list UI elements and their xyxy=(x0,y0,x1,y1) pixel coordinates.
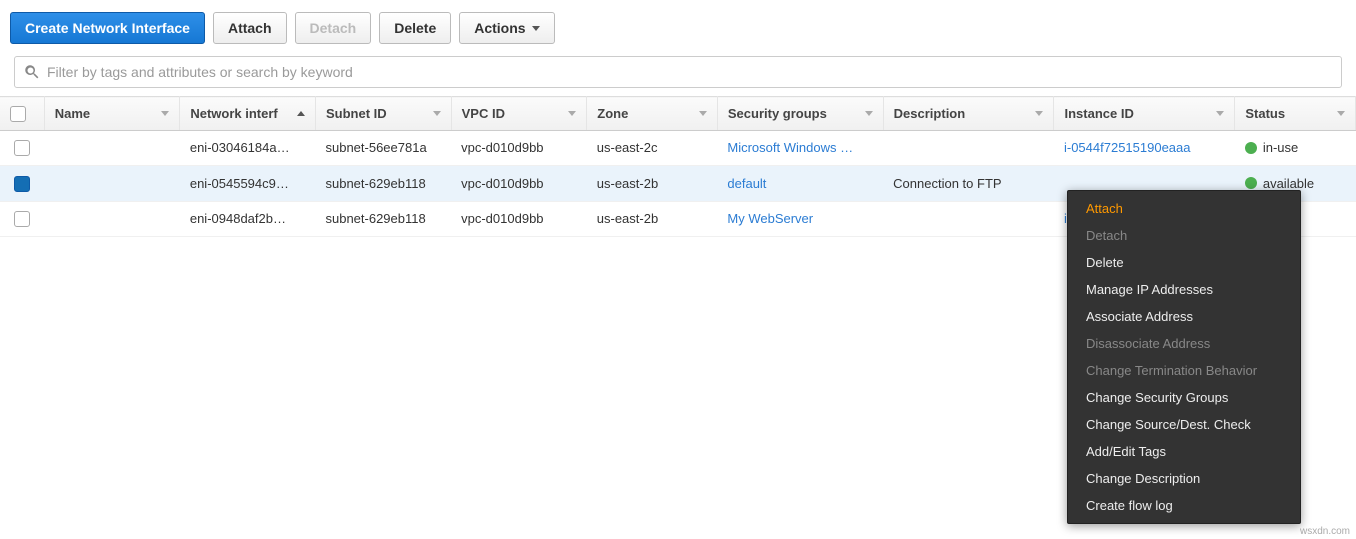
col-name[interactable]: Name xyxy=(44,97,180,131)
cell-name xyxy=(44,201,180,237)
cell-description: Connection to FTP xyxy=(883,166,1054,202)
cell-vpc: vpc-d010d9bb xyxy=(451,166,587,202)
cell-vpc: vpc-d010d9bb xyxy=(451,130,587,166)
delete-button[interactable]: Delete xyxy=(379,12,451,44)
col-subnet[interactable]: Subnet ID xyxy=(315,97,451,131)
sort-icon xyxy=(865,111,873,116)
col-status[interactable]: Status xyxy=(1235,97,1356,131)
sort-icon xyxy=(1035,111,1043,116)
cell-subnet: subnet-56ee781a xyxy=(315,130,451,166)
sort-icon xyxy=(568,111,576,116)
row-checkbox[interactable] xyxy=(14,211,30,227)
col-sg-label: Security groups xyxy=(728,106,827,121)
menu-item-attach[interactable]: Attach xyxy=(1068,195,1300,222)
menu-item-disassociate-address: Disassociate Address xyxy=(1068,330,1300,357)
attach-button[interactable]: Attach xyxy=(213,12,287,44)
cell-eni: eni-0545594c9… xyxy=(180,166,316,202)
col-eni-label: Network interf xyxy=(190,106,277,121)
menu-item-change-source-dest-check[interactable]: Change Source/Dest. Check xyxy=(1068,411,1300,438)
cell-zone: us-east-2b xyxy=(587,166,718,202)
menu-item-associate-address[interactable]: Associate Address xyxy=(1068,303,1300,330)
menu-item-add-edit-tags[interactable]: Add/Edit Tags xyxy=(1068,438,1300,465)
cell-instance-id[interactable]: i-0544f72515190eaaa xyxy=(1054,130,1235,166)
sort-icon xyxy=(699,111,707,116)
col-zone[interactable]: Zone xyxy=(587,97,718,131)
col-desc[interactable]: Description xyxy=(883,97,1054,131)
search-bar[interactable] xyxy=(14,56,1342,88)
cell-status: in-use xyxy=(1235,130,1356,166)
col-status-label: Status xyxy=(1245,106,1285,121)
status-dot-icon xyxy=(1245,177,1257,189)
menu-item-change-description[interactable]: Change Description xyxy=(1068,465,1300,492)
col-desc-label: Description xyxy=(894,106,966,121)
table-header-row: Name Network interf Subnet ID VPC ID Zon… xyxy=(0,97,1356,131)
cell-description xyxy=(883,201,1054,237)
cell-zone: us-east-2c xyxy=(587,130,718,166)
row-checkbox-cell[interactable] xyxy=(0,166,44,202)
cell-security-group-link[interactable]: Microsoft Windows … xyxy=(727,140,853,155)
cell-name xyxy=(44,166,180,202)
col-instance[interactable]: Instance ID xyxy=(1054,97,1235,131)
sort-asc-icon xyxy=(297,111,305,116)
cell-name xyxy=(44,130,180,166)
menu-item-change-termination-behavior: Change Termination Behavior xyxy=(1068,357,1300,384)
cell-vpc: vpc-d010d9bb xyxy=(451,201,587,237)
menu-item-delete[interactable]: Delete xyxy=(1068,249,1300,276)
sort-icon xyxy=(1216,111,1224,116)
cell-security-group[interactable]: My WebServer xyxy=(717,201,883,237)
col-vpc[interactable]: VPC ID xyxy=(451,97,587,131)
cell-security-group-link[interactable]: My WebServer xyxy=(727,211,813,226)
status-dot-icon xyxy=(1245,142,1257,154)
cell-security-group[interactable]: default xyxy=(717,166,883,202)
sort-icon xyxy=(161,111,169,116)
actions-context-menu[interactable]: AttachDetachDeleteManage IP AddressesAss… xyxy=(1067,190,1301,524)
menu-item-detach: Detach xyxy=(1068,222,1300,249)
col-vpc-label: VPC ID xyxy=(462,106,505,121)
cell-subnet: subnet-629eb118 xyxy=(315,166,451,202)
cell-zone: us-east-2b xyxy=(587,201,718,237)
row-checkbox-cell[interactable] xyxy=(0,201,44,237)
col-subnet-label: Subnet ID xyxy=(326,106,387,121)
watermark: wsxdn.com xyxy=(1300,526,1350,537)
detach-button: Detach xyxy=(295,12,372,44)
table-row[interactable]: eni-03046184a…subnet-56ee781avpc-d010d9b… xyxy=(0,130,1356,166)
status-text: in-use xyxy=(1263,140,1298,155)
col-sg[interactable]: Security groups xyxy=(717,97,883,131)
cell-eni: eni-03046184a… xyxy=(180,130,316,166)
row-checkbox-cell[interactable] xyxy=(0,130,44,166)
menu-item-change-security-groups[interactable]: Change Security Groups xyxy=(1068,384,1300,411)
col-name-label: Name xyxy=(55,106,90,121)
row-checkbox[interactable] xyxy=(14,140,30,156)
header-checkbox-cell[interactable] xyxy=(0,97,44,131)
menu-item-manage-ip-addresses[interactable]: Manage IP Addresses xyxy=(1068,276,1300,303)
sort-icon xyxy=(433,111,441,116)
cell-security-group[interactable]: Microsoft Windows … xyxy=(717,130,883,166)
cell-subnet: subnet-629eb118 xyxy=(315,201,451,237)
search-input[interactable] xyxy=(47,64,1333,80)
col-eni[interactable]: Network interf xyxy=(180,97,316,131)
create-network-interface-button[interactable]: Create Network Interface xyxy=(10,12,205,44)
cell-description xyxy=(883,130,1054,166)
actions-button[interactable]: Actions xyxy=(459,12,554,44)
col-zone-label: Zone xyxy=(597,106,628,121)
select-all-checkbox[interactable] xyxy=(10,106,26,122)
actions-label: Actions xyxy=(474,20,525,36)
menu-item-create-flow-log[interactable]: Create flow log xyxy=(1068,492,1300,519)
cell-eni: eni-0948daf2b… xyxy=(180,201,316,237)
status-text: available xyxy=(1263,176,1314,191)
sort-icon xyxy=(1337,111,1345,116)
cell-instance-id-link[interactable]: i-0544f72515190eaaa xyxy=(1064,140,1191,155)
cell-security-group-link[interactable]: default xyxy=(727,176,766,191)
toolbar: Create Network Interface Attach Detach D… xyxy=(0,0,1356,56)
search-icon xyxy=(23,63,41,81)
row-checkbox[interactable] xyxy=(14,176,30,192)
caret-down-icon xyxy=(532,26,540,31)
col-instance-label: Instance ID xyxy=(1064,106,1133,121)
